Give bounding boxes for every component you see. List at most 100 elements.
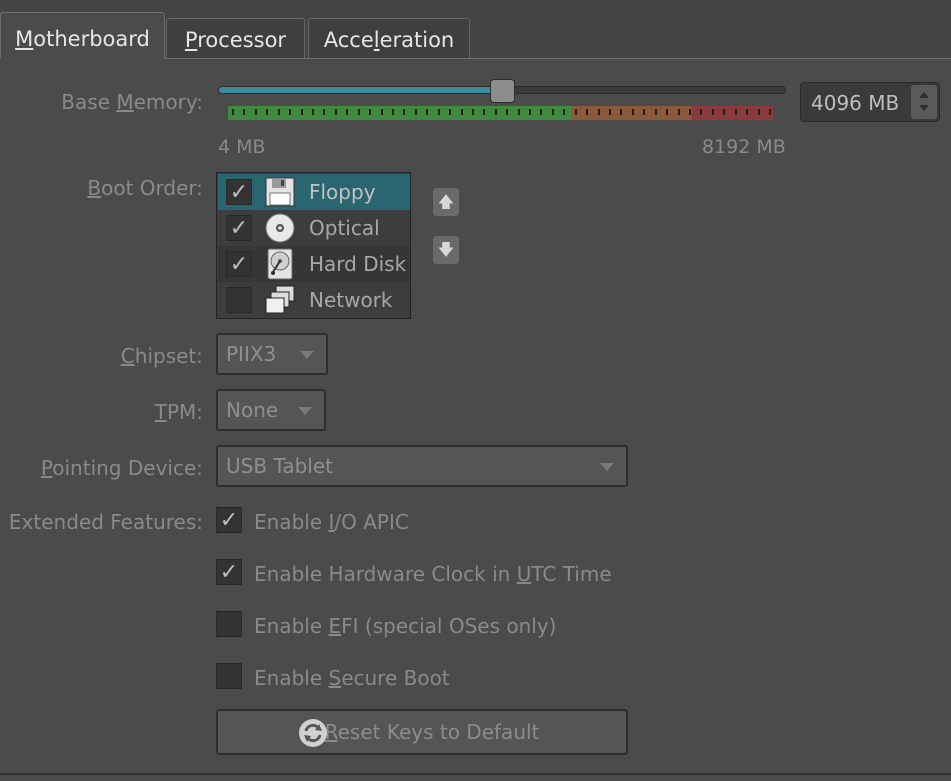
tab-acceleration[interactable]: Acceleration bbox=[308, 18, 470, 58]
boot-item-network[interactable]: Network bbox=[218, 282, 410, 318]
base-memory-value: 4096 MB bbox=[811, 91, 900, 115]
scale-tick bbox=[632, 109, 634, 115]
scale-tick bbox=[769, 109, 771, 115]
scale-tick bbox=[301, 109, 303, 115]
tab-motherboard[interactable]: Motherboard bbox=[0, 12, 165, 59]
boot-item-optical[interactable]: ✓ Optical bbox=[218, 210, 410, 246]
tab-processor[interactable]: Processor bbox=[166, 18, 305, 58]
chipset-value: PIIX3 bbox=[226, 342, 277, 366]
optical-disc-icon bbox=[265, 213, 295, 243]
scale-tick bbox=[483, 109, 485, 115]
scale-tick bbox=[540, 109, 542, 115]
arrow-down-icon: 🡇 bbox=[437, 240, 455, 259]
boot-item-checkbox[interactable]: ✓ bbox=[226, 251, 252, 277]
scale-tick bbox=[346, 109, 348, 115]
scale-tick bbox=[472, 109, 474, 115]
scale-tick bbox=[312, 109, 314, 115]
memory-scale-bar bbox=[228, 106, 773, 120]
boot-order-list[interactable]: ✓ Floppy ✓ Optical ✓ Hard Disk Network bbox=[216, 172, 411, 319]
memory-max-label: 8192 MB bbox=[702, 136, 786, 158]
base-memory-slider-fill bbox=[219, 87, 502, 93]
base-memory-label: Base Memory: bbox=[61, 90, 203, 114]
scale-tick bbox=[358, 109, 360, 115]
boot-item-checkbox[interactable]: ✓ bbox=[226, 179, 252, 205]
scale-tick bbox=[403, 109, 405, 115]
scale-tick bbox=[243, 109, 245, 115]
boot-item-checkbox[interactable] bbox=[226, 287, 252, 313]
scale-tick bbox=[609, 109, 611, 115]
boot-order-label: Boot Order: bbox=[87, 176, 203, 200]
spin-up-icon[interactable] bbox=[919, 92, 929, 98]
spin-buttons[interactable] bbox=[911, 85, 937, 119]
chevron-down-icon bbox=[298, 407, 312, 415]
efi-label: Enable EFI (special OSes only) bbox=[254, 614, 557, 638]
scale-tick bbox=[723, 109, 725, 115]
scale-tick bbox=[758, 109, 760, 115]
tpm-label: TPM: bbox=[154, 400, 203, 424]
scale-tick bbox=[323, 109, 325, 115]
chevron-down-icon bbox=[600, 463, 614, 471]
reset-keys-label: Reset Keys to Default bbox=[324, 720, 540, 744]
active-tab-join bbox=[1, 58, 164, 60]
spin-down-icon[interactable] bbox=[919, 105, 929, 111]
scale-tick bbox=[232, 109, 234, 115]
scale-tick bbox=[643, 109, 645, 115]
arrow-up-icon: 🡅 bbox=[437, 192, 455, 211]
scale-tick bbox=[289, 109, 291, 115]
pointing-device-value: USB Tablet bbox=[226, 454, 333, 478]
scale-tick bbox=[255, 109, 257, 115]
chipset-select[interactable]: PIIX3 bbox=[216, 333, 328, 375]
memory-min-label: 4 MB bbox=[218, 136, 266, 158]
base-memory-slider-handle[interactable] bbox=[490, 79, 515, 103]
scale-tick bbox=[278, 109, 280, 115]
scale-tick bbox=[666, 109, 668, 115]
scale-tick bbox=[563, 109, 565, 115]
scale-tick bbox=[335, 109, 337, 115]
floppy-icon bbox=[265, 177, 295, 207]
secure-boot-label: Enable Secure Boot bbox=[254, 666, 450, 690]
network-icon bbox=[265, 285, 295, 314]
scale-tick bbox=[449, 109, 451, 115]
scale-tick bbox=[529, 109, 531, 115]
scale-tick bbox=[655, 109, 657, 115]
boot-item-floppy[interactable]: ✓ Floppy bbox=[218, 174, 410, 210]
refresh-icon bbox=[299, 719, 327, 747]
scale-tick bbox=[678, 109, 680, 115]
boot-item-checkbox[interactable]: ✓ bbox=[226, 215, 252, 241]
move-up-button[interactable]: 🡅 bbox=[433, 188, 459, 216]
scale-tick bbox=[689, 109, 691, 115]
tpm-select[interactable]: None bbox=[216, 389, 326, 431]
efi-checkbox[interactable] bbox=[216, 611, 242, 637]
tpm-value: None bbox=[226, 398, 279, 422]
scale-tick bbox=[598, 109, 600, 115]
scale-tick bbox=[746, 109, 748, 115]
base-memory-spinbox[interactable]: 4096 MB bbox=[800, 82, 940, 122]
utc-clock-label: Enable Hardware Clock in UTC Time bbox=[254, 562, 612, 586]
move-down-button[interactable]: 🡇 bbox=[433, 236, 459, 264]
scale-tick bbox=[461, 109, 463, 115]
io-apic-checkbox[interactable]: ✓ bbox=[216, 507, 242, 533]
pointing-device-select[interactable]: USB Tablet bbox=[216, 445, 628, 487]
scale-tick bbox=[438, 109, 440, 115]
scale-tick bbox=[369, 109, 371, 115]
utc-clock-checkbox[interactable]: ✓ bbox=[216, 559, 242, 585]
boot-item-hard-disk[interactable]: ✓ Hard Disk bbox=[218, 246, 410, 282]
extended-features-label: Extended Features: bbox=[8, 510, 203, 534]
panel-bottom-border bbox=[0, 773, 951, 775]
io-apic-label: Enable I/O APIC bbox=[254, 510, 409, 534]
scale-tick bbox=[575, 109, 577, 115]
secure-boot-checkbox[interactable] bbox=[216, 663, 242, 689]
boot-item-label: Network bbox=[309, 288, 393, 312]
scale-tick bbox=[415, 109, 417, 115]
scale-tick bbox=[518, 109, 520, 115]
scale-tick bbox=[506, 109, 508, 115]
boot-item-label: Hard Disk bbox=[309, 252, 407, 276]
reset-keys-button[interactable]: Reset Keys to Default bbox=[216, 709, 628, 755]
scale-tick bbox=[735, 109, 737, 115]
chevron-down-icon bbox=[300, 351, 314, 359]
hard-disk-icon bbox=[267, 248, 293, 280]
scale-tick bbox=[381, 109, 383, 115]
pointing-device-label: Pointing Device: bbox=[40, 456, 203, 480]
scale-tick bbox=[552, 109, 554, 115]
scale-tick bbox=[700, 109, 702, 115]
